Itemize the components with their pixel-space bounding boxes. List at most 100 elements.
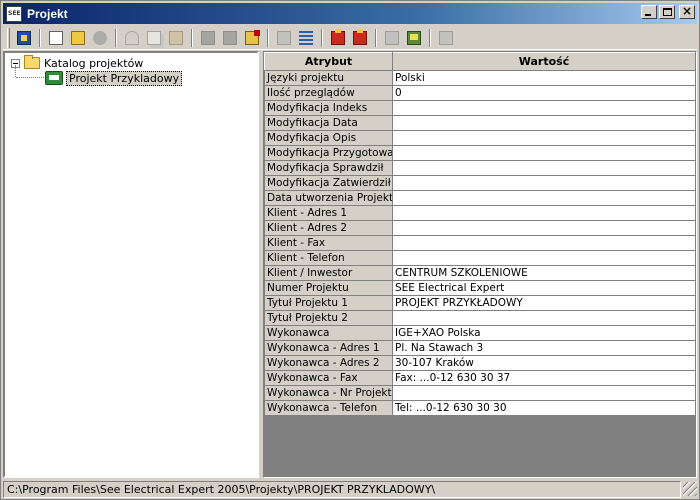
attribute-cell: Klient - Fax bbox=[264, 235, 393, 251]
toolbar-separator bbox=[115, 28, 117, 47]
value-cell[interactable] bbox=[392, 235, 696, 251]
value-cell[interactable]: Pl. Na Stawach 3 bbox=[392, 340, 696, 356]
minimize-button[interactable] bbox=[641, 5, 657, 19]
scissors-icon bbox=[125, 30, 139, 45]
maximize-icon bbox=[663, 8, 672, 16]
table-row[interactable]: Wykonawca - Telefon Tel: ...0-12 630 30 3… bbox=[264, 400, 696, 416]
attributes-grid-pane: Atrybut Wartość Języki projektu Polski Ilo… bbox=[263, 51, 697, 478]
table-row[interactable]: Klient - Fax bbox=[264, 235, 696, 251]
table-row[interactable]: Modyfikacja Indeks bbox=[264, 100, 696, 116]
tree-connector bbox=[16, 77, 44, 78]
value-cell[interactable] bbox=[392, 100, 696, 116]
value-cell[interactable] bbox=[392, 130, 696, 146]
value-cell[interactable] bbox=[392, 190, 696, 206]
table-row[interactable]: Klient - Adres 2 bbox=[264, 220, 696, 236]
monitor-button[interactable] bbox=[403, 28, 425, 48]
value-cell[interactable] bbox=[392, 160, 696, 176]
value-cell[interactable]: 0 bbox=[392, 85, 696, 101]
import-button[interactable] bbox=[273, 28, 295, 48]
export-icon bbox=[439, 30, 453, 45]
value-cell[interactable] bbox=[392, 310, 696, 326]
export-icon bbox=[385, 30, 399, 45]
attribute-cell: Klient - Adres 1 bbox=[264, 205, 393, 221]
tree-item-label: Projekt Przykladowy bbox=[66, 70, 183, 86]
column-header-value[interactable]: Wartość bbox=[392, 52, 696, 71]
folder-button[interactable] bbox=[219, 28, 241, 48]
table-row[interactable]: Modyfikacja Opis bbox=[264, 130, 696, 146]
red-tool-2-button[interactable] bbox=[349, 28, 371, 48]
value-cell[interactable] bbox=[392, 250, 696, 266]
copy-button[interactable] bbox=[143, 28, 165, 48]
value-cell[interactable] bbox=[392, 205, 696, 221]
attribute-cell: Modyfikacja Opis bbox=[264, 130, 393, 146]
table-row[interactable]: Klient - Adres 1 bbox=[264, 205, 696, 221]
title-bar[interactable]: SEE Projekt × bbox=[3, 3, 697, 24]
open-button[interactable] bbox=[67, 28, 89, 48]
table-row[interactable]: Klient / Inwestor CENTRUM SZKOLENIOWE bbox=[264, 265, 696, 281]
red-tool-1-button[interactable] bbox=[327, 28, 349, 48]
table-row[interactable]: Wykonawca - Adres 2 30-107 Kraków bbox=[264, 355, 696, 371]
value-cell[interactable]: Tel: ...0-12 630 30 30 bbox=[392, 400, 696, 416]
document-icon bbox=[49, 30, 63, 45]
table-row[interactable]: Klient - Telefon bbox=[264, 250, 696, 266]
settings-button[interactable] bbox=[89, 28, 111, 48]
value-cell[interactable]: PROJEKT PRZYKŁADOWY bbox=[392, 295, 696, 311]
close-icon: × bbox=[681, 4, 693, 18]
toolbar-grip[interactable] bbox=[7, 27, 10, 48]
delete-folder-button[interactable] bbox=[241, 28, 263, 48]
value-cell[interactable] bbox=[392, 145, 696, 161]
value-cell[interactable]: Polski bbox=[392, 70, 696, 86]
resize-grip[interactable] bbox=[683, 482, 697, 496]
table-row[interactable]: Tytuł Projektu 2 bbox=[264, 310, 696, 326]
value-cell[interactable]: Fax: ...0-12 630 30 37 bbox=[392, 370, 696, 386]
exit-icon bbox=[17, 30, 31, 45]
tree-item-catalog[interactable]: Katalog projektów bbox=[11, 55, 143, 71]
paste-button[interactable] bbox=[165, 28, 187, 48]
attribute-cell: Wykonawca - Telefon bbox=[264, 400, 393, 416]
maximize-button[interactable] bbox=[659, 5, 675, 19]
status-bar: C:\Program Files\See Electrical Expert 2… bbox=[3, 480, 697, 498]
table-row[interactable]: Języki projektu Polski bbox=[264, 70, 696, 86]
value-cell[interactable]: IGE+XAO Polska bbox=[392, 325, 696, 341]
table-row[interactable]: Numer Projektu SEE Electrical Expert bbox=[264, 280, 696, 296]
component-button[interactable] bbox=[197, 28, 219, 48]
attribute-cell: Klient / Inwestor bbox=[264, 265, 393, 281]
monitor-icon bbox=[407, 30, 421, 45]
app-icon[interactable]: SEE bbox=[6, 5, 22, 22]
table-row[interactable]: Wykonawca - Adres 1 Pl. Na Stawach 3 bbox=[264, 340, 696, 356]
cut-button[interactable] bbox=[121, 28, 143, 48]
close-button[interactable]: × bbox=[679, 4, 695, 19]
exit-button[interactable] bbox=[13, 28, 35, 48]
table-row[interactable]: Modyfikacja Zatwierdził bbox=[264, 175, 696, 191]
table-row[interactable]: Ilość przeglądów 0 bbox=[264, 85, 696, 101]
attribute-cell: Języki projektu bbox=[264, 70, 393, 86]
value-cell[interactable]: 30-107 Kraków bbox=[392, 355, 696, 371]
value-cell[interactable]: CENTRUM SZKOLENIOWE bbox=[392, 265, 696, 281]
list-button[interactable] bbox=[295, 28, 317, 48]
attribute-cell: Wykonawca - Nr Projektu bbox=[264, 385, 393, 401]
tree-item-sample-project[interactable]: Projekt Przykladowy bbox=[45, 70, 183, 86]
new-button[interactable] bbox=[45, 28, 67, 48]
attribute-cell: Modyfikacja Sprawdził bbox=[264, 160, 393, 176]
table-row[interactable]: Data utworzenia Projektu bbox=[264, 190, 696, 206]
table-row[interactable]: Wykonawca - Fax Fax: ...0-12 630 30 37 bbox=[264, 370, 696, 386]
table-row[interactable]: Wykonawca - Nr Projektu bbox=[264, 385, 696, 401]
table-row[interactable]: Modyfikacja Sprawdził bbox=[264, 160, 696, 176]
value-cell[interactable] bbox=[392, 175, 696, 191]
attribute-cell: Tytuł Projektu 1 bbox=[264, 295, 393, 311]
value-cell[interactable] bbox=[392, 115, 696, 131]
attribute-cell: Data utworzenia Projektu bbox=[264, 190, 393, 206]
value-cell[interactable] bbox=[392, 385, 696, 401]
table-row[interactable]: Modyfikacja Przygotował bbox=[264, 145, 696, 161]
table-row[interactable]: Wykonawca IGE+XAO Polska bbox=[264, 325, 696, 341]
table-row[interactable]: Modyfikacja Data bbox=[264, 115, 696, 131]
export-2-button[interactable] bbox=[435, 28, 457, 48]
value-cell[interactable] bbox=[392, 220, 696, 236]
value-cell[interactable]: SEE Electrical Expert bbox=[392, 280, 696, 296]
table-row[interactable]: Tytuł Projektu 1 PROJEKT PRZYKŁADOWY bbox=[264, 295, 696, 311]
export-button[interactable] bbox=[381, 28, 403, 48]
cube-icon bbox=[201, 30, 215, 45]
project-tree[interactable]: Katalog projektów Projekt Przykladowy bbox=[3, 51, 259, 478]
folder-icon bbox=[24, 55, 40, 69]
column-header-attribute[interactable]: Atrybut bbox=[264, 52, 393, 71]
